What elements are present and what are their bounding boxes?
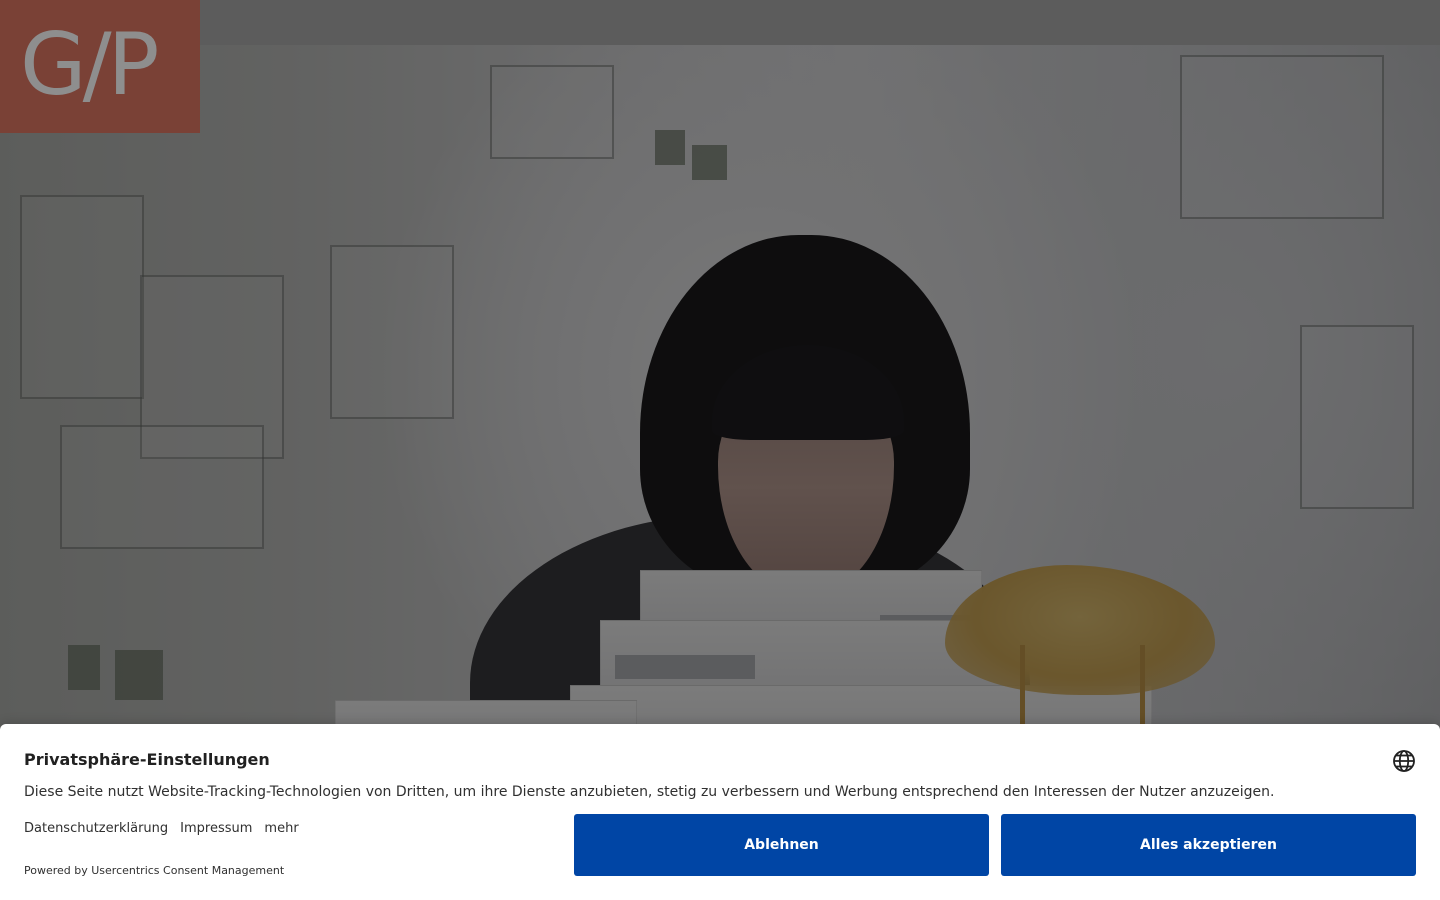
site-logo[interactable]: G/P — [0, 0, 200, 133]
powered-by-text: Powered by Usercentrics Consent Manageme… — [24, 864, 285, 877]
consent-description: Diese Seite nutzt Website-Tracking-Techn… — [24, 784, 1275, 800]
consent-title: Privatsphäre-Einstellungen — [24, 750, 270, 769]
deny-button[interactable]: Ablehnen — [574, 814, 989, 876]
globe-icon[interactable] — [1392, 749, 1416, 773]
consent-banner: Privatsphäre-Einstellungen Diese Seite n… — [0, 724, 1440, 900]
accept-all-button[interactable]: Alles akzeptieren — [1001, 814, 1416, 876]
more-link[interactable]: mehr — [264, 821, 298, 836]
imprint-link[interactable]: Impressum — [180, 821, 252, 836]
privacy-policy-link[interactable]: Datenschutzerklärung — [24, 821, 168, 836]
consent-links: Datenschutzerklärung Impressum mehr — [24, 821, 299, 836]
page: G/P Privatsphäre-Einstellungen Diese Sei… — [0, 0, 1440, 900]
logo-text: G/P — [20, 15, 159, 115]
